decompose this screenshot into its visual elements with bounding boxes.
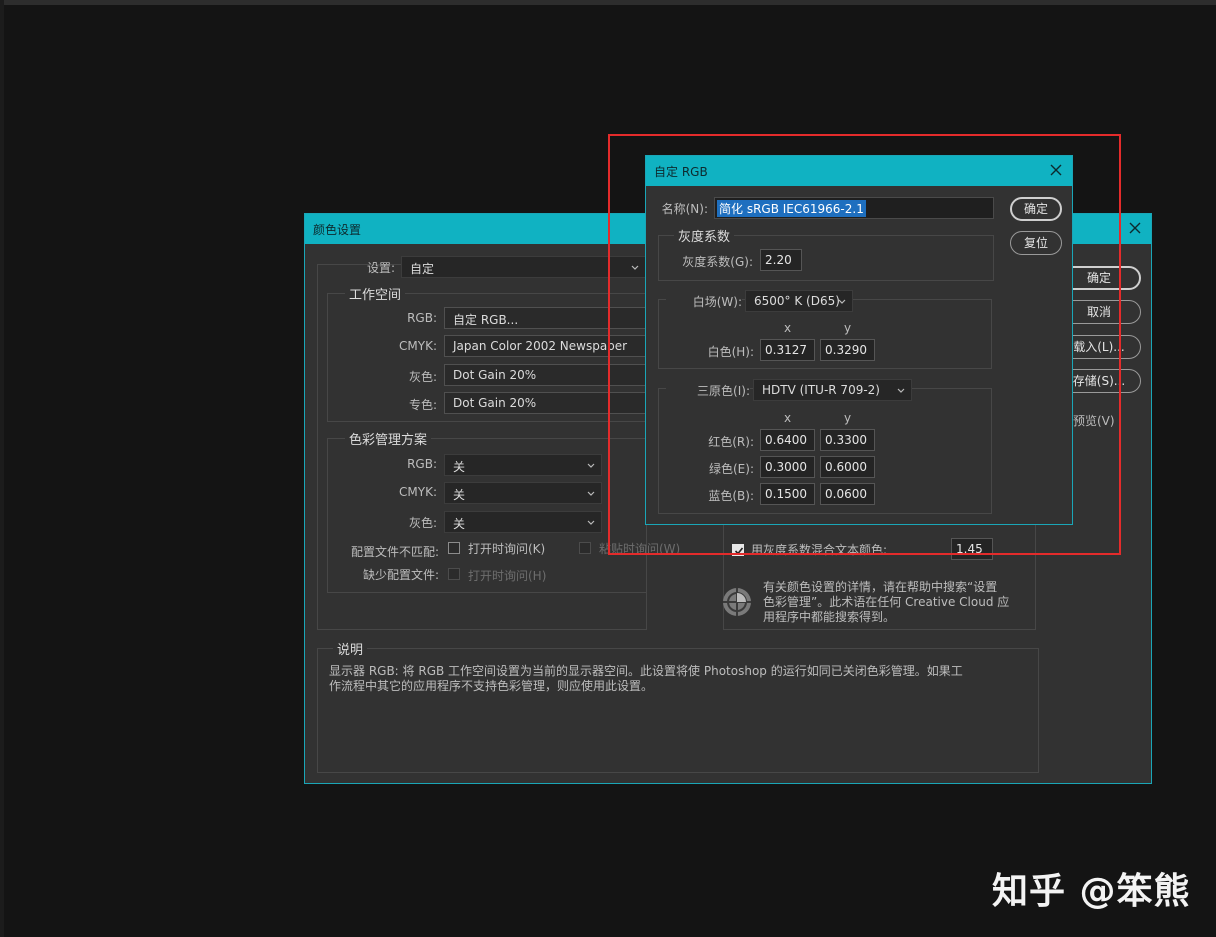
close-icon[interactable] [1125,218,1145,238]
policy-gray-select[interactable]: 关 [444,511,602,533]
green-label: 绿色(E): [709,462,754,476]
ws-cmyk-label: CMYK: [399,339,437,353]
custom-rgb-title: 自定 RGB [654,165,708,179]
blend-text-value: 1.45 [956,542,983,556]
primaries-x-header: x [784,411,792,425]
blue-y-input[interactable]: 0.0600 [820,483,875,505]
red-x-input[interactable]: 0.6400 [760,429,815,451]
chevron-down-icon [587,491,595,496]
blue-y-value: 0.0600 [825,487,867,501]
custom-rgb-titlebar[interactable]: 自定 RGB [646,156,1072,186]
blue-x-value: 0.1500 [765,487,807,501]
white-x-input[interactable]: 0.3127 [760,339,815,361]
settings-label: 设置: [366,261,395,275]
blue-label: 蓝色(B): [708,489,754,503]
policies-title: 色彩管理方案 [345,429,432,448]
green-y-input[interactable]: 0.6000 [820,456,875,478]
primaries-label: 三原色(I): [666,382,750,399]
ws-gray-value: Dot Gain 20% [453,368,537,382]
white-y-input[interactable]: 0.3290 [820,339,875,361]
ws-gray-select[interactable]: Dot Gain 20% [444,364,649,386]
ws-rgb-label: RGB: [407,311,437,325]
gamma-input[interactable]: 2.20 [760,249,802,271]
gamma-value: 2.20 [765,253,792,267]
policy-rgb-label: RGB: [407,457,437,471]
chevron-down-icon [631,265,639,270]
mismatch-label: 配置文件不匹配: [350,545,439,559]
policy-rgb-select[interactable]: 关 [444,454,602,476]
ws-rgb-select[interactable]: 自定 RGB... [444,307,649,329]
green-x-input[interactable]: 0.3000 [760,456,815,478]
working-spaces-title: 工作空间 [345,284,406,303]
preview-label[interactable]: 预览(V) [1073,412,1115,429]
policy-gray-value: 关 [453,517,466,531]
missing-label: 缺少配置文件: [362,568,439,582]
white-y-value: 0.3290 [825,343,867,357]
description-title: 说明 [333,639,368,658]
name-input[interactable]: 简化 sRGB IEC61966-2.1 [714,197,994,219]
reset-button[interactable]: 复位 [1010,231,1062,255]
chevron-down-icon [587,520,595,525]
red-y-value: 0.3300 [825,433,867,447]
gamma-group-title: 灰度系数 [674,226,735,245]
blue-x-input[interactable]: 0.1500 [760,483,815,505]
primaries-select[interactable]: HDTV (ITU-R 709-2) [753,379,912,401]
top-border [0,0,1216,5]
primaries-value: HDTV (ITU-R 709-2) [762,383,880,397]
chevron-down-icon [897,388,905,393]
watermark: 知乎 @笨熊 [992,871,1191,912]
description-line2: 作流程中其它的应用程序不支持色彩管理，则应使用此设置。 [329,679,654,693]
green-y-value: 0.6000 [825,460,867,474]
blend-text-value-input[interactable]: 1.45 [951,538,993,560]
red-y-input[interactable]: 0.3300 [820,429,875,451]
settings-select[interactable]: 自定 [401,256,646,278]
mismatch-open-checkbox[interactable] [448,542,460,554]
name-label: 名称(N): [661,202,708,216]
red-x-value: 0.6400 [765,433,807,447]
policy-rgb-value: 关 [453,460,466,474]
green-x-value: 0.3000 [765,460,807,474]
white-x-header: x [784,321,792,335]
blend-text-label: 用灰度系数混合文本颜色: [751,543,888,557]
white-point-select[interactable]: 6500° K (D65) [745,290,853,312]
color-settings-title: 颜色设置 [313,223,362,237]
missing-open-label: 打开时询问(H) [468,569,547,583]
settings-value: 自定 [410,262,435,276]
ws-spot-value: Dot Gain 20% [453,396,537,410]
white-label: 白色(H): [707,345,754,359]
gamma-label: 灰度系数(G): [682,255,753,269]
primaries-y-header: y [844,411,852,425]
ws-spot-select[interactable]: Dot Gain 20% [444,392,649,414]
close-icon[interactable] [1046,160,1066,180]
chevron-down-icon [587,463,595,468]
mismatch-open-label: 打开时询问(K) [468,542,546,556]
ws-cmyk-select[interactable]: Japan Color 2002 Newspaper [444,335,649,357]
policy-gray-label: 灰色: [408,516,437,530]
ws-gray-label: 灰色: [408,370,437,384]
mismatch-paste-label: 粘贴时询问(W) [599,542,681,556]
policy-cmyk-value: 关 [453,488,466,502]
white-point-label: 白场(W): [666,293,742,310]
custom-rgb-dialog: 自定 RGB 名称(N): 简化 sRGB IEC61966-2.1 确定 复位… [645,155,1073,525]
help-text-line3: 用程序中都能搜索得到。 [763,610,896,624]
white-x-value: 0.3127 [765,343,807,357]
red-label: 红色(R): [708,435,754,449]
ws-cmyk-value: Japan Color 2002 Newspaper [453,339,628,353]
policy-cmyk-label: CMYK: [399,485,437,499]
globe-icon [721,586,753,621]
ws-spot-label: 专色: [408,398,437,412]
name-value: 简化 sRGB IEC61966-2.1 [717,200,866,217]
policy-cmyk-select[interactable]: 关 [444,482,602,504]
missing-open-checkbox[interactable] [448,568,460,580]
left-border [0,0,4,937]
blend-text-checkbox[interactable] [732,544,744,556]
white-point-value: 6500° K (D65) [754,294,840,308]
chevron-down-icon [838,299,846,304]
white-y-header: y [844,321,852,335]
custom-ok-button[interactable]: 确定 [1010,197,1062,221]
ws-rgb-value: 自定 RGB... [453,313,519,327]
mismatch-paste-checkbox[interactable] [579,542,591,554]
